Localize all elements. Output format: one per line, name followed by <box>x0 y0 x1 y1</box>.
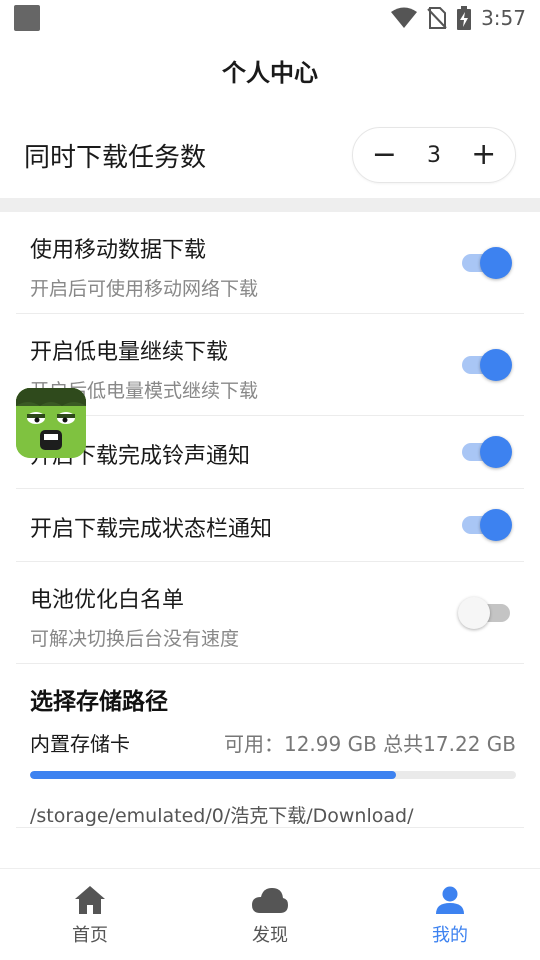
setting-low-battery[interactable]: 开启低电量继续下载 开启后低电量模式继续下载 <box>16 314 524 416</box>
toggle-knob <box>480 246 512 279</box>
no-sim-icon <box>427 7 447 29</box>
download-tasks-stepper: − 3 + <box>352 127 516 183</box>
home-icon <box>75 886 105 914</box>
statusbar-notify-toggle[interactable] <box>462 509 512 541</box>
setting-ringtone-notify[interactable]: 开启下载完成铃声通知 <box>16 416 524 489</box>
mobile-data-toggle[interactable] <box>462 246 512 279</box>
toggle-knob <box>480 348 512 381</box>
setting-title: 电池优化白名单 <box>30 588 185 613</box>
storage-usage-fill <box>30 771 397 779</box>
tab-label: 发现 <box>252 925 288 946</box>
toggle-knob <box>480 509 512 541</box>
setting-title: 使用移动数据下载 <box>30 238 207 263</box>
wifi-icon <box>391 7 418 28</box>
section-divider <box>0 198 540 212</box>
setting-subtitle: 可解决切换后台没有速度 <box>30 628 240 650</box>
storage-path: /storage/emulated/0/浩克下载/Download/ <box>30 805 414 827</box>
toggle-knob <box>458 596 490 629</box>
battery-whitelist-toggle[interactable] <box>458 596 510 629</box>
storage-usage-bar <box>30 771 516 779</box>
page-title: 个人中心 <box>222 59 318 87</box>
tab-home[interactable]: 首页 <box>0 869 180 960</box>
ringtone-notify-toggle[interactable] <box>462 436 512 468</box>
setting-subtitle: 开启后可使用移动网络下载 <box>30 278 259 300</box>
storage-info-row: 内置存储卡 可用：12.99 GB 总共17.22 GB <box>30 728 524 757</box>
cloud-icon <box>252 888 288 913</box>
low-battery-toggle[interactable] <box>462 348 512 381</box>
setting-battery-whitelist[interactable]: 电池优化白名单 可解决切换后台没有速度 <box>16 562 524 664</box>
tab-label: 我的 <box>432 925 468 946</box>
user-icon <box>436 886 464 914</box>
download-tasks-row: 同时下载任务数 − 3 + <box>0 118 540 192</box>
setting-statusbar-notify[interactable]: 开启下载完成状态栏通知 <box>16 489 524 562</box>
settings-list: 使用移动数据下载 开启后可使用移动网络下载 开启低电量继续下载 开启后低电量模式… <box>16 212 524 828</box>
battery-charging-icon <box>457 6 472 30</box>
setting-title: 开启低电量继续下载 <box>30 340 229 365</box>
download-tasks-label: 同时下载任务数 <box>24 142 207 173</box>
status-indicators: 3:57 <box>391 6 526 30</box>
floating-mascot-icon[interactable] <box>16 388 86 458</box>
status-time: 3:57 <box>481 6 526 30</box>
increment-button[interactable]: + <box>464 140 504 170</box>
tab-label: 首页 <box>72 925 108 946</box>
storage-title: 选择存储路径 <box>30 689 168 715</box>
storage-availability: 可用：12.99 GB 总共17.22 GB <box>223 732 516 756</box>
monster-face-icon <box>16 388 86 458</box>
download-tasks-value: 3 <box>426 142 441 168</box>
storage-section[interactable]: 选择存储路径 内置存储卡 可用：12.99 GB 总共17.22 GB /sto… <box>16 664 524 828</box>
bottom-tab-bar: 首页 发现 我的 <box>0 868 540 960</box>
status-bar: 3:57 <box>0 0 540 36</box>
tab-mine[interactable]: 我的 <box>360 869 540 960</box>
toggle-knob <box>480 436 512 468</box>
decrement-button[interactable]: − <box>364 140 404 170</box>
setting-mobile-data[interactable]: 使用移动数据下载 开启后可使用移动网络下载 <box>16 212 524 314</box>
setting-title: 开启下载完成铃声通知 <box>30 444 251 469</box>
app-notification-icon <box>14 5 40 31</box>
setting-title: 开启下载完成状态栏通知 <box>30 517 273 542</box>
tab-discover[interactable]: 发现 <box>180 869 360 960</box>
storage-device: 内置存储卡 <box>30 732 130 756</box>
setting-subtitle: 开启后低电量模式继续下载 <box>30 380 259 402</box>
